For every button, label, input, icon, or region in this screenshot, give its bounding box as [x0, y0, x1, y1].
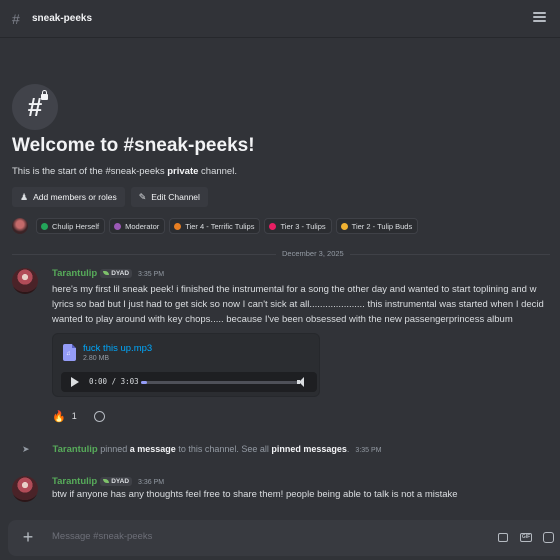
- add-attachment-icon[interactable]: +: [18, 528, 38, 548]
- pin-text: to this channel. See all: [175, 444, 272, 454]
- subtitle-private: private: [167, 166, 199, 177]
- role-color-dot: [174, 222, 182, 230]
- pinned-messages-link[interactable]: pinned messages: [271, 444, 347, 454]
- message-line: here's my first lil sneak peek! i finish…: [52, 284, 537, 295]
- seek-bar-fill: [141, 381, 148, 384]
- role-color-dot: [269, 222, 277, 230]
- system-pin-message: ➤ Tarantulip pinned a message to this ch…: [22, 444, 382, 455]
- seek-bar[interactable]: [141, 381, 299, 384]
- role-chip[interactable]: Chulip Herself: [36, 218, 106, 234]
- fire-emoji: 🔥: [52, 410, 66, 423]
- leaf-icon: [103, 271, 110, 275]
- message-composer: + GIF: [8, 520, 560, 556]
- welcome-subtitle: This is the start of the #sneak-peeks pr…: [12, 166, 237, 177]
- person-plus-icon: ♟: [20, 191, 29, 202]
- file-name-link[interactable]: fuck this up.mp3: [83, 343, 152, 354]
- timestamp: 3:35 PM: [138, 271, 165, 278]
- subtitle-post: channel.: [198, 166, 237, 177]
- pin-icon: ➤: [22, 444, 30, 454]
- player-time: 0:00 / 3:03: [89, 377, 139, 386]
- channel-title: sneak-peeks: [32, 13, 93, 24]
- gif-button[interactable]: GIF: [520, 533, 532, 542]
- author-name[interactable]: Tarantulip: [53, 444, 98, 455]
- pin-text: .: [346, 444, 350, 454]
- role-chip[interactable]: Tier 2 - Tulip Buds: [335, 218, 419, 234]
- role-chip[interactable]: Tier 3 - Tulips: [264, 218, 332, 234]
- message-header: Tarantulip DYAD 3:35 PM: [52, 268, 164, 279]
- add-members-button[interactable]: ♟ Add members or roles: [12, 187, 125, 207]
- audio-attachment: ♫ fuck this up.mp3 2.80 MB 0:00 / 3:03: [52, 333, 320, 397]
- role-label: Tier 4 - Terrific Tulips: [185, 221, 255, 231]
- role-label: Chulip Herself: [52, 221, 100, 231]
- server-tag[interactable]: DYAD: [100, 268, 133, 278]
- channel-header: # sneak-peeks: [0, 0, 560, 38]
- play-icon[interactable]: [71, 377, 79, 387]
- server-tag-label: DYAD: [111, 269, 130, 277]
- pinned-message-link[interactable]: a message: [130, 444, 176, 454]
- message-body: btw if anyone has any thoughts feel free…: [52, 487, 560, 502]
- role-color-dot: [340, 222, 348, 230]
- server-tag-label: DYAD: [111, 477, 130, 485]
- welcome-title: Welcome to #sneak-peeks!: [12, 135, 255, 156]
- message-line: btw if anyone has any thoughts feel free…: [52, 489, 458, 500]
- pin-text: pinned: [97, 444, 130, 454]
- role-label: Tier 3 - Tulips: [280, 221, 326, 231]
- channel-hash-lock-icon: #: [12, 84, 58, 130]
- server-tag[interactable]: DYAD: [100, 476, 133, 486]
- message-line: lyrics so bad but I just had to get sick…: [52, 299, 544, 310]
- add-reaction-icon[interactable]: [94, 411, 105, 422]
- message-line: wanted to play around with key chops....…: [52, 314, 513, 325]
- reaction-count: 1: [71, 411, 77, 421]
- add-members-label: Add members or roles: [33, 192, 117, 202]
- hash-icon: #: [12, 10, 20, 27]
- role-chip[interactable]: Tier 4 - Terrific Tulips: [169, 218, 261, 234]
- lock-icon: [41, 90, 48, 100]
- gift-icon[interactable]: [498, 533, 508, 542]
- role-color-dot: [114, 222, 122, 230]
- role-label: Tier 2 - Tulip Buds: [351, 221, 413, 231]
- subtitle-pre: This is the start of the #sneak-peeks: [12, 166, 168, 177]
- edit-channel-button[interactable]: ✎ Edit Channel: [130, 187, 208, 207]
- avatar[interactable]: [12, 476, 38, 502]
- pencil-icon: ✎: [138, 191, 147, 202]
- message-body: here's my first lil sneak peek! i finish…: [52, 282, 560, 327]
- timestamp: 3:36 PM: [138, 479, 165, 486]
- sticker-icon[interactable]: [543, 532, 554, 543]
- message-input[interactable]: [52, 531, 432, 542]
- reaction-fire[interactable]: 🔥 1: [52, 407, 77, 425]
- role-chip[interactable]: Moderator: [109, 218, 166, 234]
- leaf-icon: [103, 479, 110, 483]
- author-name[interactable]: Tarantulip: [52, 476, 97, 487]
- author-name[interactable]: Tarantulip: [52, 268, 97, 279]
- message-header: Tarantulip DYAD 3:36 PM: [52, 476, 164, 487]
- audio-player: 0:00 / 3:03: [61, 372, 317, 392]
- volume-icon[interactable]: [297, 377, 309, 387]
- role-color-dot: [41, 222, 48, 230]
- edit-channel-label: Edit Channel: [151, 192, 200, 202]
- timestamp: 3:35 PM: [355, 447, 382, 454]
- channel-actions: ♟ Add members or roles ✎ Edit Channel: [12, 187, 208, 207]
- date-divider: December 3, 2025: [276, 249, 350, 258]
- audio-file-icon: ♫: [63, 344, 76, 361]
- threads-icon[interactable]: [533, 12, 546, 25]
- file-size: 2.80 MB: [83, 355, 110, 362]
- role-list: Chulip Herself Moderator Tier 4 - Terrif…: [12, 218, 419, 234]
- avatar[interactable]: [12, 268, 38, 294]
- member-avatar[interactable]: [12, 218, 28, 234]
- role-label: Moderator: [125, 221, 160, 231]
